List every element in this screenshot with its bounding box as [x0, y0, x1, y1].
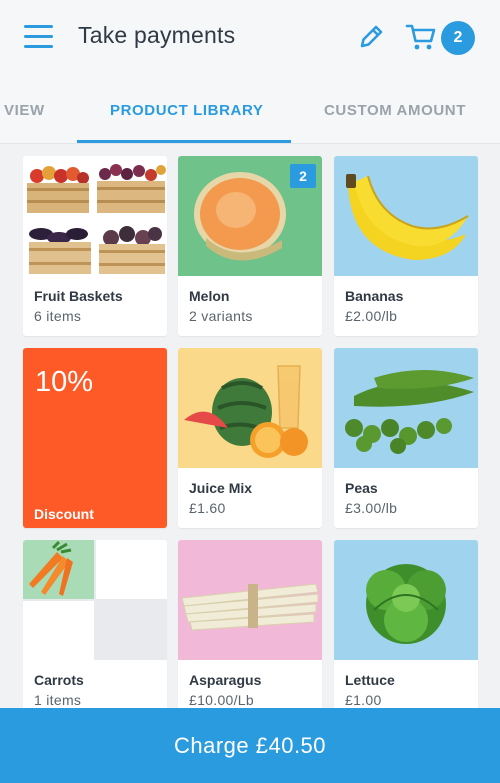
- tab-bar: VIEW PRODUCT LIBRARY CUSTOM AMOUNT: [0, 78, 500, 144]
- product-tile-carrots[interactable]: Carrots 1 items: [23, 540, 167, 720]
- pencil-edit-icon[interactable]: [356, 22, 386, 52]
- product-name: Juice Mix: [189, 480, 253, 496]
- product-name: Carrots: [34, 672, 84, 688]
- discount-tile[interactable]: 10% Discount: [23, 348, 167, 528]
- asparagus-image: [178, 540, 322, 660]
- empty-slot: [23, 601, 94, 660]
- product-subtitle: 1 items: [34, 692, 82, 708]
- empty-slot: [96, 601, 167, 660]
- discount-label: Discount: [34, 506, 94, 522]
- tab-custom-amount[interactable]: CUSTOM AMOUNT: [324, 102, 466, 119]
- product-name: Bananas: [345, 288, 404, 304]
- variant-count-badge: 2: [290, 164, 316, 188]
- product-tile-asparagus[interactable]: Asparagus £10.00/Lb: [178, 540, 322, 720]
- peas-image: [334, 348, 478, 468]
- active-tab-indicator: [77, 140, 291, 143]
- product-subtitle: 2 variants: [189, 308, 253, 324]
- product-name: Fruit Baskets: [34, 288, 123, 304]
- carrots-image: [23, 540, 167, 660]
- tab-product-library[interactable]: PRODUCT LIBRARY: [110, 102, 263, 119]
- empty-slot: [96, 540, 167, 599]
- charge-button[interactable]: Charge £40.50: [0, 708, 500, 783]
- product-name: Peas: [345, 480, 378, 496]
- hamburger-menu-icon[interactable]: [24, 24, 54, 50]
- product-name: Asparagus: [189, 672, 262, 688]
- product-tile-bananas[interactable]: Bananas £2.00/lb: [334, 156, 478, 336]
- tab-view[interactable]: VIEW: [4, 102, 45, 119]
- product-tile-fruit-baskets[interactable]: Fruit Baskets 6 items: [23, 156, 167, 336]
- discount-percent: 10%: [35, 366, 94, 398]
- cart-count-badge[interactable]: 2: [441, 21, 475, 55]
- product-subtitle: £10.00/Lb: [189, 692, 254, 708]
- product-tile-juice-mix[interactable]: Juice Mix £1.60: [178, 348, 322, 528]
- product-subtitle: 6 items: [34, 308, 82, 324]
- product-subtitle: £2.00/lb: [345, 308, 398, 324]
- fruit-baskets-image: [23, 156, 167, 276]
- product-tile-lettuce[interactable]: Lettuce £1.00: [334, 540, 478, 720]
- banana-image: [334, 156, 478, 276]
- product-subtitle: £1.60: [189, 500, 226, 516]
- product-subtitle: £3.00/lb: [345, 500, 398, 516]
- page-title: Take payments: [78, 22, 236, 48]
- app-header: Take payments 2: [0, 0, 500, 78]
- product-name: Lettuce: [345, 672, 395, 688]
- product-tile-melon[interactable]: 2 Melon 2 variants: [178, 156, 322, 336]
- carrot-thumbnail: [23, 540, 94, 599]
- product-tile-peas[interactable]: Peas £3.00/lb: [334, 348, 478, 528]
- product-name: Melon: [189, 288, 230, 304]
- product-subtitle: £1.00: [345, 692, 382, 708]
- juice-mix-image: [178, 348, 322, 468]
- lettuce-image: [334, 540, 478, 660]
- shopping-cart-icon[interactable]: [405, 22, 437, 52]
- divider: [94, 540, 96, 660]
